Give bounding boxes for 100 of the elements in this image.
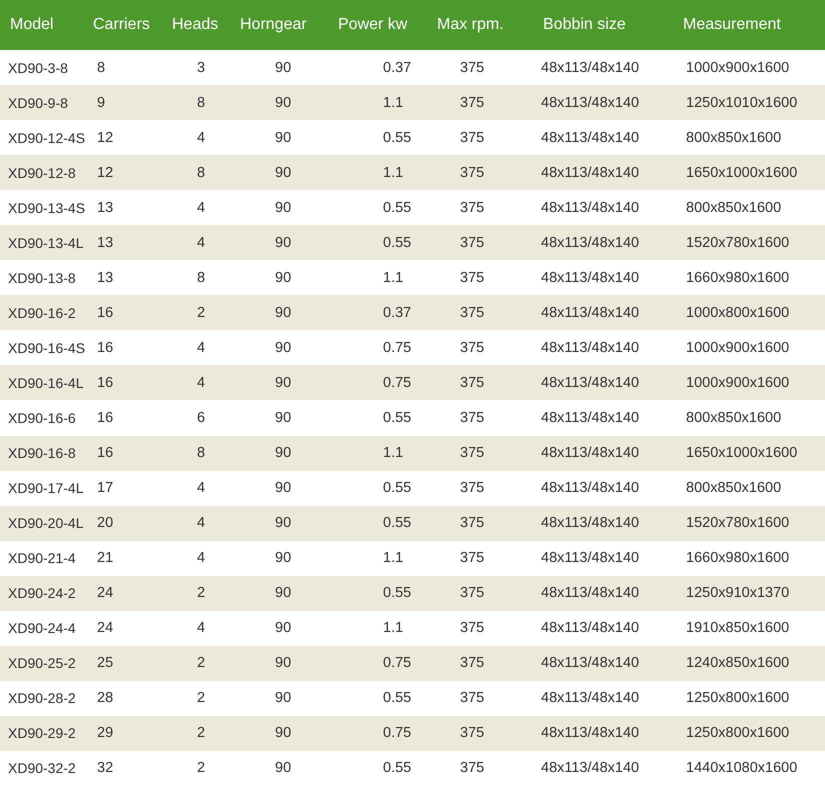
table-cell-text: XD90-17-4L (7, 480, 83, 496)
table-cell-text: 90 (274, 340, 292, 356)
table-cell-text: 1660x980x1600 (685, 550, 790, 566)
table-cell-text: 2 (196, 655, 206, 672)
table-cell-text: 1.1 (382, 550, 404, 566)
table-cell-text: 0.55 (382, 480, 412, 496)
table-cell-text: 90 (274, 550, 292, 566)
table-cell-text: 0.75 (382, 340, 412, 356)
table-cell-text: 1440x1080x1600 (685, 760, 798, 776)
table-cell-text: 25 (96, 655, 114, 672)
table-cell-text: 48x113/48x140 (540, 620, 640, 636)
table-cell-text: 0.55 (382, 130, 412, 146)
table-cell-text: 48x113/48x140 (540, 585, 640, 602)
table-cell-text: 0.75 (382, 725, 412, 742)
table-cell-text: 48x113/48x140 (540, 760, 640, 776)
table-cell-text: 90 (274, 690, 292, 706)
table-cell-text: 375 (459, 60, 486, 76)
table-cell-text: 4 (196, 480, 206, 496)
table-cell-text: XD90-28-2 (7, 690, 77, 706)
column-header: Bobbin size (542, 16, 627, 34)
table-cell-text: 90 (274, 585, 292, 602)
column-header: Model (9, 16, 55, 34)
table-cell-text: 90 (274, 304, 292, 321)
table-cell-text: XD90-13-4L (7, 234, 83, 251)
table-cell-text: 90 (274, 60, 292, 76)
table-cell-text: 800x850x1600 (685, 130, 782, 146)
table-cell-text: 4 (196, 515, 206, 532)
table-cell-text: 1000x900x1600 (685, 340, 790, 356)
table-cell-text: 90 (274, 620, 292, 636)
table-cell-text: XD90-3-8 (7, 60, 69, 76)
table-cell-text: 0.55 (382, 690, 412, 706)
table-cell-text: 0.75 (382, 655, 412, 672)
column-header: Max rpm. (436, 16, 505, 34)
table-cell-text: 1.1 (382, 620, 404, 636)
table-cell-text: XD90-13-4S (7, 200, 83, 216)
table-cell-text: 1910x850x1600 (685, 620, 790, 636)
table-cell-text: 1660x980x1600 (685, 270, 790, 286)
table-cell-text: 13 (96, 270, 114, 286)
table-cell-text: 1250x800x1600 (685, 725, 790, 742)
table-cell-text: XD90-16-2 (7, 304, 77, 321)
table-cell-text: 48x113/48x140 (540, 374, 640, 391)
table-cell-text: 90 (274, 515, 292, 532)
table-cell-text: 375 (459, 760, 486, 776)
table-cell-text: 90 (274, 410, 292, 426)
table-cell-text: 90 (274, 480, 292, 496)
table-cell-text: 20 (96, 515, 114, 532)
table-cell-text: 375 (459, 94, 486, 111)
table-cell-text: 17 (96, 480, 114, 496)
table-cell-text: 0.55 (382, 410, 412, 426)
table-cell-text: 12 (96, 130, 114, 146)
table-cell-text: 0.55 (382, 234, 412, 251)
table-cell-text: 16 (96, 374, 114, 391)
table-cell-text: 3 (196, 60, 206, 76)
table-cell-text: 800x850x1600 (685, 200, 782, 216)
table-cell-text: 2 (196, 304, 206, 321)
table-cell-text: XD90-24-4 (7, 620, 77, 636)
table-cell-text: 1650x1000x1600 (685, 164, 798, 181)
table-cell-text: 90 (274, 760, 292, 776)
column-header: Heads (171, 16, 220, 34)
table-cell-text: 8 (96, 60, 106, 76)
table-cell-text: 375 (459, 234, 486, 251)
table-cell-text: 1240x850x1600 (685, 655, 790, 672)
table-cell-text: 28 (96, 690, 114, 706)
table-cell-text: XD90-29-2 (7, 725, 77, 742)
table-cell-text: 48x113/48x140 (540, 515, 640, 532)
column-header: Horngear (239, 16, 308, 34)
table-cell-text: XD90-12-8 (7, 164, 77, 181)
table-cell-text: 6 (196, 410, 206, 426)
table-cell-text: 0.55 (382, 200, 412, 216)
table-cell-text: 1520x780x1600 (685, 515, 790, 532)
table-cell-text: 16 (96, 304, 114, 321)
table-cell-text: 375 (459, 340, 486, 356)
table-cell-text: 90 (274, 164, 292, 181)
table-cell-text: XD90-16-4L (7, 374, 83, 391)
table-cell-text: 4 (196, 200, 206, 216)
table-cell-text: 90 (274, 270, 292, 286)
table-cell-text: XD90-9-8 (7, 94, 69, 111)
table-cell-text: 4 (196, 340, 206, 356)
table-cell-text: 48x113/48x140 (540, 164, 640, 181)
table-cell-text: 375 (459, 585, 486, 602)
table-cell-text: 375 (459, 200, 486, 216)
table-cell-text: 48x113/48x140 (540, 200, 640, 216)
table-cell-text: 375 (459, 515, 486, 532)
table-cell-text: 90 (274, 445, 292, 462)
table-cell-text: 32 (96, 760, 114, 776)
table-cell-text: XD90-20-4L (7, 515, 83, 532)
table-cell-text: 90 (274, 234, 292, 251)
table-cell-text: 0.55 (382, 515, 412, 532)
table-cell-text: 2 (196, 585, 206, 602)
table-cell-text: 1.1 (382, 164, 404, 181)
table-cell-text: 1650x1000x1600 (685, 445, 798, 462)
table-cell-text: 48x113/48x140 (540, 410, 640, 426)
table-cell-text: 1.1 (382, 445, 404, 462)
table-cell-text: XD90-32-2 (7, 760, 77, 776)
table-cell-text: 375 (459, 164, 486, 181)
table-cell-text: 9 (96, 94, 106, 111)
table-cell-text: 375 (459, 410, 486, 426)
column-header: Carriers (92, 16, 151, 34)
table-cell-text: 90 (274, 725, 292, 742)
table-cell-text: 16 (96, 445, 114, 462)
